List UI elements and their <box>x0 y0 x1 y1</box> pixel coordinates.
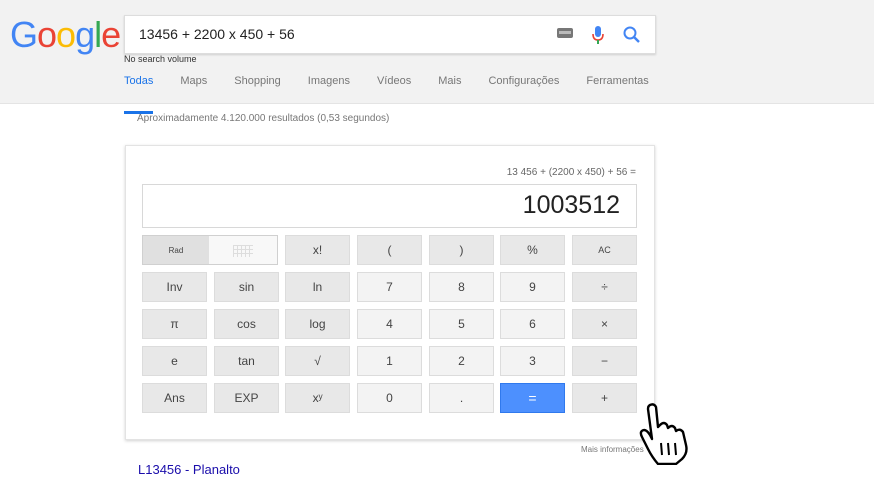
tab-configuracoes[interactable]: Configurações <box>488 74 559 102</box>
subtract-button[interactable]: − <box>572 346 637 376</box>
tab-imagens[interactable]: Imagens <box>308 74 350 102</box>
add-button[interactable]: + <box>572 383 637 413</box>
calc-expression: 13 456 + (2200 x 450) + 56 = <box>506 167 636 178</box>
ans-button[interactable]: Ans <box>142 383 207 413</box>
results-count: Aproximadamente 4.120.000 resultados (0,… <box>137 113 390 124</box>
digit-2-button[interactable]: 2 <box>429 346 494 376</box>
percent-button[interactable]: % <box>500 235 565 265</box>
log-button[interactable]: log <box>285 309 350 339</box>
e-button[interactable]: e <box>142 346 207 376</box>
keyboard-icon[interactable] <box>557 28 573 38</box>
digit-1-button[interactable]: 1 <box>357 346 422 376</box>
sin-button[interactable]: sin <box>214 272 279 302</box>
digit-9-button[interactable]: 9 <box>500 272 565 302</box>
tan-button[interactable]: tan <box>214 346 279 376</box>
digit-8-button[interactable]: 8 <box>429 272 494 302</box>
digit-6-button[interactable]: 6 <box>500 309 565 339</box>
rad-deg-toggle[interactable]: Rad <box>142 235 278 265</box>
deg-icon <box>233 245 253 257</box>
tab-mais[interactable]: Mais <box>438 74 461 102</box>
rad-button[interactable]: Rad <box>143 236 209 264</box>
search-tabs: Todas Maps Shopping Imagens Vídeos Mais … <box>124 74 676 114</box>
ln-button[interactable]: ln <box>285 272 350 302</box>
tab-todas[interactable]: Todas <box>124 74 154 114</box>
digit-0-button[interactable]: 0 <box>357 383 422 413</box>
more-info-link[interactable]: Mais informações <box>581 445 644 454</box>
search-header: Google 13456 + 2200 x 450 + 56 No search… <box>0 0 874 114</box>
search-input[interactable]: 13456 + 2200 x 450 + 56 <box>139 26 295 42</box>
calc-display: 1003512 <box>142 184 637 228</box>
cos-button[interactable]: cos <box>214 309 279 339</box>
tab-videos[interactable]: Vídeos <box>377 74 411 102</box>
digit-3-button[interactable]: 3 <box>500 346 565 376</box>
search-icon[interactable] <box>621 24 643 46</box>
tab-shopping[interactable]: Shopping <box>234 74 281 102</box>
digit-4-button[interactable]: 4 <box>357 309 422 339</box>
divide-button[interactable]: ÷ <box>572 272 637 302</box>
exp-button[interactable]: EXP <box>214 383 279 413</box>
equals-button[interactable]: = <box>500 383 565 413</box>
tab-ferramentas[interactable]: Ferramentas <box>586 74 648 102</box>
tab-maps[interactable]: Maps <box>180 74 207 102</box>
multiply-button[interactable]: × <box>572 309 637 339</box>
microphone-icon[interactable] <box>591 25 605 45</box>
google-logo[interactable]: Google <box>10 14 121 56</box>
calc-result: 1003512 <box>522 191 620 219</box>
no-search-volume-label: No search volume <box>124 54 197 64</box>
hand-cursor-icon <box>639 403 688 465</box>
decimal-button[interactable]: . <box>429 383 494 413</box>
calculator-card: 13 456 + (2200 x 450) + 56 = 1003512 Rad… <box>125 145 655 440</box>
pi-button[interactable]: π <box>142 309 207 339</box>
ac-button[interactable]: AC <box>572 235 637 265</box>
digit-5-button[interactable]: 5 <box>429 309 494 339</box>
open-paren-button[interactable]: ( <box>357 235 422 265</box>
close-paren-button[interactable]: ) <box>429 235 494 265</box>
digit-7-button[interactable]: 7 <box>357 272 422 302</box>
power-button[interactable]: xʸ <box>285 383 350 413</box>
search-box[interactable]: 13456 + 2200 x 450 + 56 <box>124 15 656 54</box>
sqrt-button[interactable]: √ <box>285 346 350 376</box>
deg-button[interactable] <box>209 236 277 264</box>
factorial-button[interactable]: x! <box>285 235 350 265</box>
inv-button[interactable]: Inv <box>142 272 207 302</box>
